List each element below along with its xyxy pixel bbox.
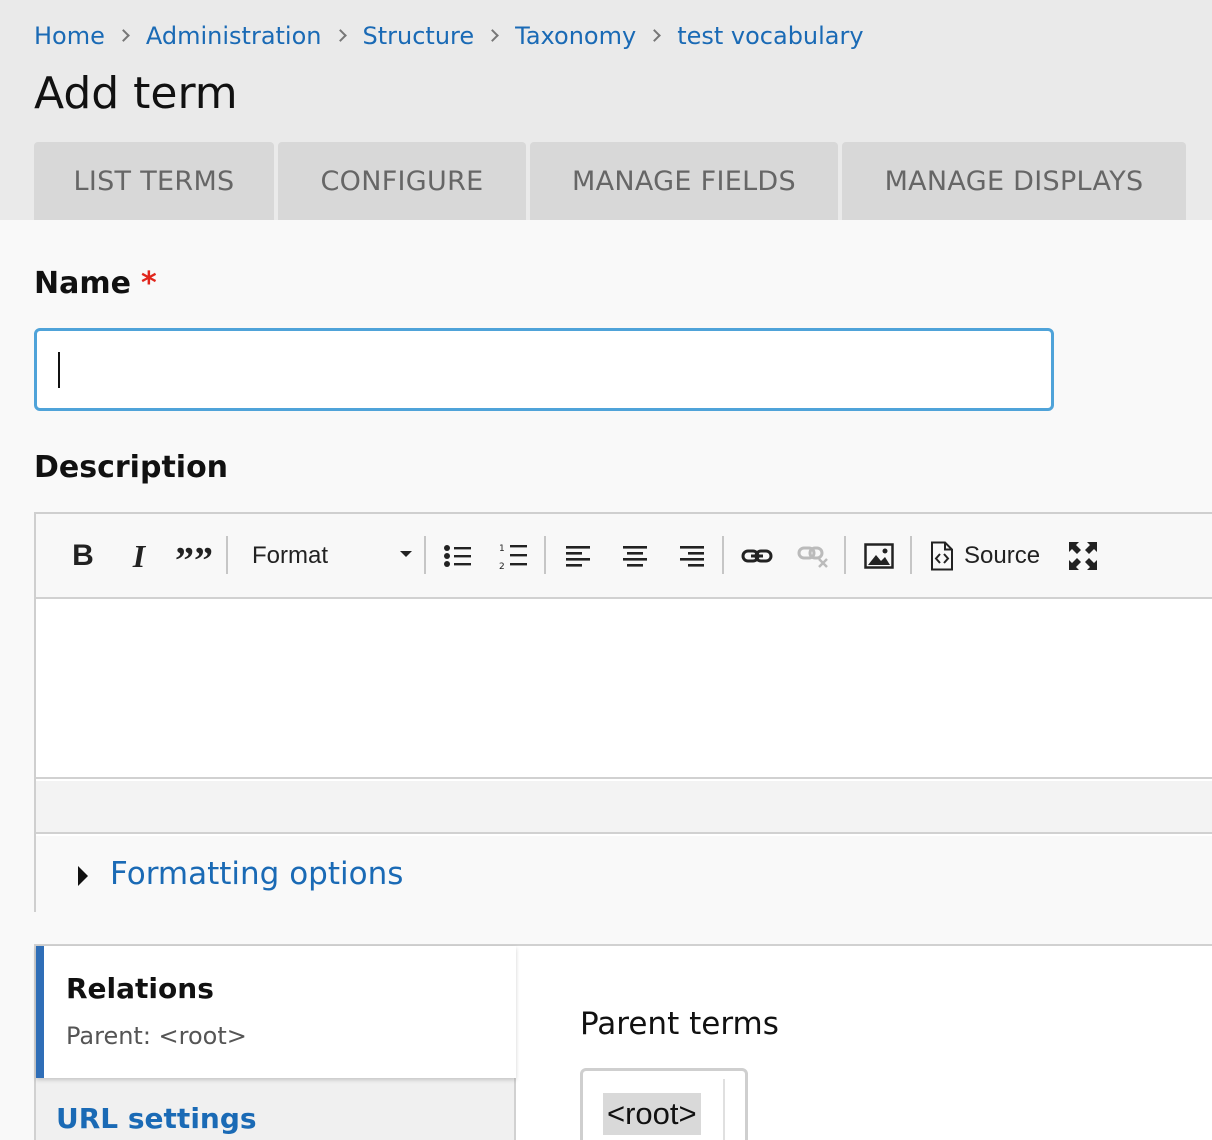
tab-list-terms[interactable]: LIST TERMS [34, 142, 274, 220]
expand-triangle-icon [78, 866, 88, 886]
toolbar-separator [722, 536, 724, 574]
chevron-right-icon [117, 28, 130, 42]
toolbar-separator [226, 536, 228, 574]
source-button[interactable]: Source [930, 536, 1046, 576]
bold-button[interactable]: B [68, 536, 98, 576]
formatting-options-link[interactable]: Formatting options [110, 856, 403, 892]
format-dropdown-label: Format [252, 542, 329, 569]
description-label: Description [34, 450, 229, 485]
parent-option-root[interactable]: <root> [603, 1093, 701, 1135]
toolbar-separator [844, 536, 846, 574]
bulleted-list-button[interactable] [442, 536, 474, 576]
unlink-button[interactable] [796, 536, 830, 576]
vertical-tab-summary: Parent: <root> [66, 1022, 247, 1050]
format-dropdown[interactable]: Format [252, 536, 412, 576]
dropdown-arrow-icon [400, 551, 412, 557]
chevron-right-icon [333, 28, 347, 42]
page-title: Add term [34, 68, 238, 119]
vertical-tab-title: Relations [66, 972, 214, 1005]
italic-button[interactable]: I [124, 536, 154, 576]
toolbar-separator [424, 536, 426, 574]
align-center-icon [623, 546, 647, 567]
align-left-button[interactable] [564, 536, 594, 576]
page-header: Home Administration Structure Taxonomy t… [0, 0, 1212, 220]
editor-content-area[interactable] [36, 599, 1212, 779]
maximize-icon [1069, 542, 1097, 570]
toolbar-separator [544, 536, 546, 574]
formatting-options-details[interactable]: Formatting options [36, 836, 1212, 912]
maximize-button[interactable] [1066, 536, 1100, 576]
unlink-icon [797, 546, 828, 568]
align-left-icon [566, 546, 590, 567]
insert-image-button[interactable] [862, 536, 896, 576]
breadcrumb: Home Administration Structure Taxonomy t… [34, 22, 864, 50]
breadcrumb-home[interactable]: Home [34, 22, 105, 50]
chevron-right-icon [648, 28, 662, 42]
select-scrollbar-divider [723, 1079, 725, 1140]
editor-status-bar [36, 781, 1212, 834]
chevron-right-icon [486, 28, 500, 42]
primary-tabs: LIST TERMS CONFIGURE MANAGE FIELDS MANAG… [34, 142, 1186, 220]
link-button[interactable] [740, 536, 774, 576]
svg-text:1: 1 [499, 544, 505, 554]
breadcrumb-administration[interactable]: Administration [146, 22, 322, 50]
rich-text-editor: B I ”” Format 12 Source Formatting optio… [34, 512, 1212, 912]
breadcrumb-structure[interactable]: Structure [363, 22, 475, 50]
tab-configure[interactable]: CONFIGURE [278, 142, 526, 220]
name-label-text: Name [34, 266, 131, 301]
numbered-list-button[interactable]: 12 [498, 536, 530, 576]
name-label: Name * [34, 266, 157, 301]
vertical-tab-url-settings[interactable]: URL settings [56, 1102, 257, 1135]
parent-terms-label: Parent terms [580, 1006, 779, 1042]
vertical-tab-relations[interactable]: Relations Parent: <root> [36, 946, 516, 1078]
editor-toolbar: B I ”” Format 12 Source [36, 514, 1212, 599]
name-input[interactable] [34, 328, 1054, 411]
link-icon [741, 549, 773, 563]
parent-terms-select[interactable]: <root> [580, 1068, 748, 1140]
numbered-list-icon: 12 [499, 544, 527, 570]
vertical-tabs-menu: Relations Parent: <root> URL settings [36, 946, 516, 1140]
breadcrumb-vocabulary[interactable]: test vocabulary [677, 22, 863, 50]
toolbar-separator [910, 536, 912, 574]
align-center-button[interactable] [620, 536, 650, 576]
required-marker: * [140, 266, 157, 301]
breadcrumb-taxonomy[interactable]: Taxonomy [515, 22, 636, 50]
bulleted-list-icon [444, 545, 471, 567]
align-right-icon [680, 546, 704, 567]
tab-manage-displays[interactable]: MANAGE DISPLAYS [842, 142, 1186, 220]
blockquote-button[interactable]: ”” [175, 536, 213, 582]
text-caret [58, 352, 60, 388]
source-button-label: Source [964, 542, 1041, 569]
align-right-button[interactable] [676, 536, 706, 576]
image-icon [864, 543, 894, 569]
vertical-tabs: Relations Parent: <root> URL settings Pa… [34, 944, 1212, 1140]
svg-text:2: 2 [499, 562, 505, 570]
source-icon [931, 541, 953, 571]
tab-manage-fields[interactable]: MANAGE FIELDS [530, 142, 838, 220]
